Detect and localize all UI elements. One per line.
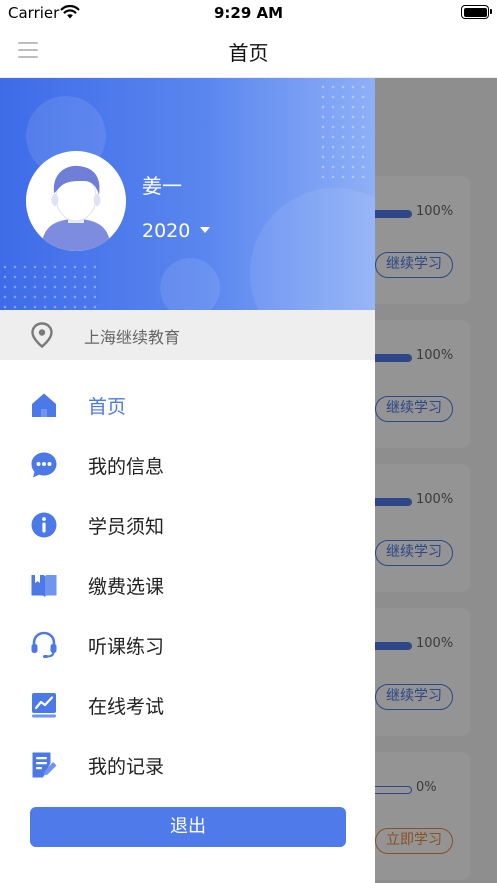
info-icon <box>30 511 58 539</box>
battery-icon <box>461 5 492 19</box>
menu-item-payment-courses[interactable]: 缴费选课 <box>0 555 375 615</box>
menu-item-label: 缴费选课 <box>88 576 165 598</box>
chart-monitor-icon <box>30 691 58 719</box>
profile-header: 姜一 2020 <box>0 78 375 310</box>
menu-item-label: 我的信息 <box>88 456 165 478</box>
nav-bar: 首页 <box>0 26 497 78</box>
menu-item-online-exam[interactable]: 在线考试 <box>0 675 375 735</box>
location-label: 上海继续教育 <box>84 328 181 347</box>
decor-circle <box>250 188 375 310</box>
drawer-menu: 首页 我的信息 学员须知 缴费选课 听课练习 在线考试 我的记录 <box>0 375 375 795</box>
menu-item-label: 首页 <box>88 396 127 418</box>
menu-item-label: 我的记录 <box>88 756 165 778</box>
menu-item-label: 在线考试 <box>88 696 165 718</box>
location-pin-icon <box>30 322 54 352</box>
menu-item-my-records[interactable]: 我的记录 <box>0 735 375 795</box>
document-edit-icon <box>30 751 58 779</box>
home-icon <box>30 391 58 419</box>
caret-down-icon <box>200 226 211 233</box>
book-icon <box>30 571 58 599</box>
menu-item-listen-practice[interactable]: 听课练习 <box>0 615 375 675</box>
headset-icon <box>30 631 58 659</box>
menu-item-label: 学员须知 <box>88 516 165 538</box>
year-selector[interactable]: 2020 <box>142 220 211 242</box>
user-name: 姜一 <box>142 174 182 198</box>
menu-item-home[interactable]: 首页 <box>0 375 375 435</box>
chat-bubble-icon <box>30 451 58 479</box>
status-bar: Carrier 9:29 AM <box>0 0 497 26</box>
menu-item-my-info[interactable]: 我的信息 <box>0 435 375 495</box>
menu-item-notice[interactable]: 学员须知 <box>0 495 375 555</box>
logout-button[interactable]: 退出 <box>30 807 346 847</box>
decor-dots <box>0 262 96 310</box>
page-title: 首页 <box>228 41 269 65</box>
user-avatar-icon[interactable] <box>26 151 126 251</box>
status-time: 9:29 AM <box>213 4 284 22</box>
menu-item-label: 听课练习 <box>88 636 165 658</box>
year-value: 2020 <box>142 220 191 242</box>
decor-circle <box>160 258 220 310</box>
side-drawer: 姜一 2020 上海继续教育 首页 我的信息 学员须知 缴费选课 听课练习 在线… <box>0 78 375 883</box>
location-bar[interactable]: 上海继续教育 <box>0 310 375 360</box>
decor-dots <box>318 82 372 178</box>
